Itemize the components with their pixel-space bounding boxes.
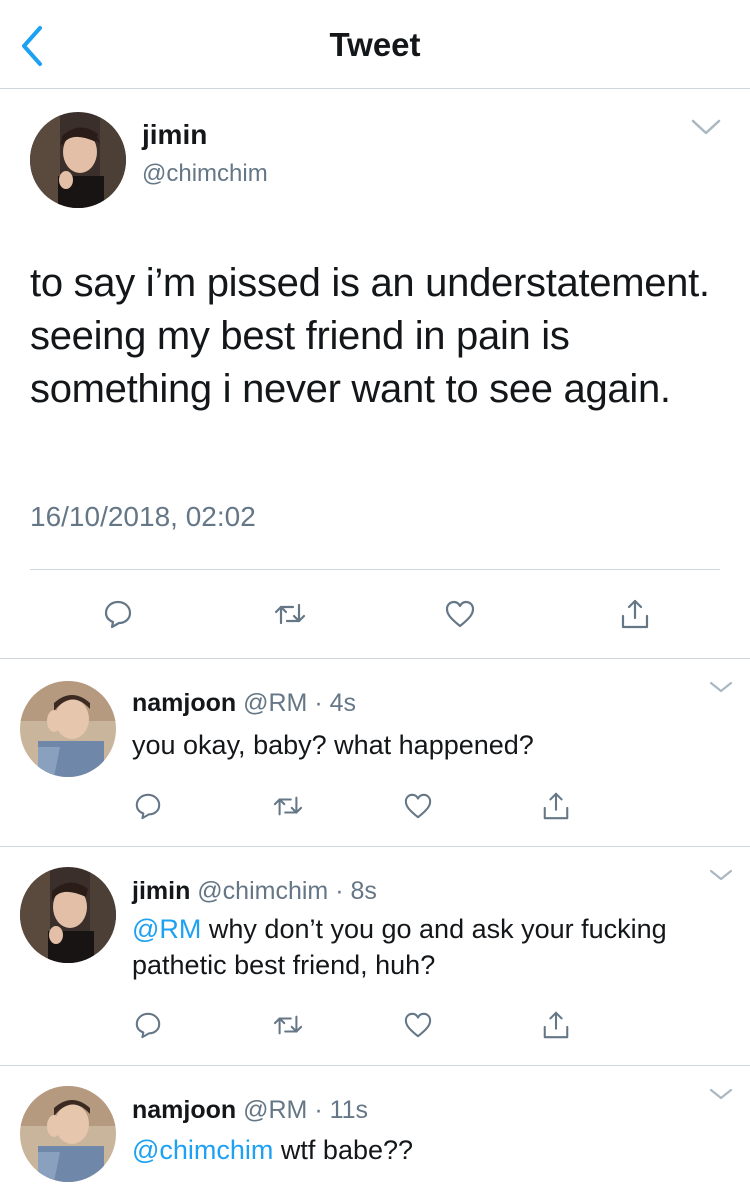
tweet-text: to say i’m pissed is an understatement. … [30,261,710,411]
mention-link[interactable]: @RM [132,914,201,944]
reply-body: wtf babe?? [273,1135,414,1165]
author-handle[interactable]: @chimchim [142,160,268,188]
tweet-options-button[interactable] [690,117,722,137]
reply-button[interactable] [128,1005,168,1045]
header: Tweet [0,0,750,89]
author-name[interactable]: namjoon [132,1096,236,1124]
author-meta[interactable]: @chimchim · 8s [197,877,377,905]
reply-text: @RM why don’t you go and ask your fuckin… [132,911,722,983]
tweet-timestamp[interactable]: 16/10/2018, 02:02 [30,501,256,533]
reply-button[interactable] [128,786,168,826]
like-button[interactable] [440,594,480,634]
tweet-options-button[interactable] [708,867,734,883]
share-icon [621,599,649,629]
reply-header: namjoon @RM · 4s [132,689,356,718]
reply-header: namjoon @RM · 11s [132,1096,368,1125]
avatar[interactable] [20,867,116,963]
avatar[interactable] [20,681,116,777]
page-title: Tweet [329,26,421,63]
reply-tweet[interactable]: namjoon @RM · 11s @chimchim wtf babe?? [0,1066,750,1195]
author-meta[interactable]: @RM · 4s [243,689,356,717]
mention-link[interactable]: @chimchim [132,1135,273,1165]
divider [30,569,720,570]
reply-header: jimin @chimchim · 8s [132,877,377,906]
like-icon [404,1012,432,1038]
like-icon [445,600,475,628]
retweet-button[interactable] [270,594,310,634]
chevron-down-icon [709,869,733,881]
like-button[interactable] [398,786,438,826]
reply-icon [135,793,161,820]
share-icon [543,1011,569,1039]
retweet-icon [273,1015,303,1035]
avatar[interactable] [30,112,126,208]
reply-text: @chimchim wtf babe?? [132,1132,722,1168]
reply-icon [104,600,132,629]
chevron-down-icon [709,681,733,693]
like-button[interactable] [398,1005,438,1045]
reply-text: you okay, baby? what happened? [132,727,722,763]
share-button[interactable] [615,594,655,634]
author-name[interactable]: jimin [132,877,190,905]
chevron-down-icon [709,1088,733,1100]
share-icon [543,792,569,820]
retweet-icon [274,603,306,625]
reply-button[interactable] [98,594,138,634]
like-icon [404,793,432,819]
retweet-icon [273,796,303,816]
reply-tweet[interactable]: jimin @chimchim · 8s @RM why don’t you g… [0,847,750,1066]
reply-body: you okay, baby? what happened? [132,730,534,760]
main-tweet: jimin @chimchim to say i’m pissed is an … [0,89,750,659]
chevron-down-icon [691,119,721,135]
reply-icon [135,1012,161,1039]
avatar[interactable] [20,1086,116,1182]
author-name[interactable]: jimin [142,119,207,151]
reply-body: why don’t you go and ask your fucking pa… [132,914,667,980]
retweet-button[interactable] [268,1005,308,1045]
reply-tweet[interactable]: namjoon @RM · 4s you okay, baby? what ha… [0,659,750,847]
author-meta[interactable]: @RM · 11s [243,1096,368,1124]
share-button[interactable] [536,786,576,826]
author-name[interactable]: namjoon [132,689,236,717]
tweet-options-button[interactable] [708,679,734,695]
share-button[interactable] [536,1005,576,1045]
retweet-button[interactable] [268,786,308,826]
tweet-options-button[interactable] [708,1086,734,1102]
